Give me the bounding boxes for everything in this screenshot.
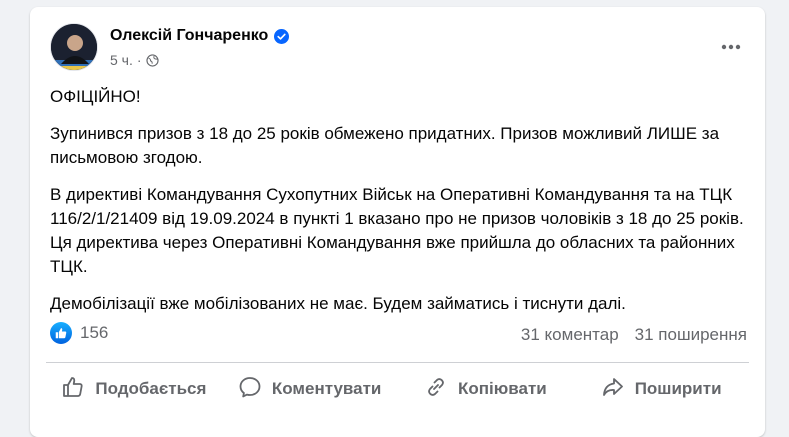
author-name[interactable]: Олексій Гончаренко xyxy=(110,27,268,45)
author-name-row: Олексій Гончаренко xyxy=(110,27,290,45)
globe-icon xyxy=(145,53,159,67)
like-button[interactable]: Подобається xyxy=(46,368,222,410)
post-paragraph: В директиві Командування Сухопутних Війс… xyxy=(50,185,744,276)
author-avatar[interactable] xyxy=(50,23,98,71)
more-options-icon[interactable] xyxy=(717,33,745,61)
comment-button-label: Коментувати xyxy=(271,379,382,398)
avatar-image xyxy=(51,24,97,70)
engagement-stats: 31 коментар 31 поширення xyxy=(521,325,747,345)
copy-button-label: Копіювати xyxy=(458,379,547,398)
reactions-summary[interactable]: 156 xyxy=(50,322,108,344)
like-button-label: Подобається xyxy=(95,379,207,398)
comment-button[interactable]: Коментувати xyxy=(222,368,398,410)
shares-count[interactable]: 31 поширення xyxy=(635,325,747,345)
post-meta: 5 ч. · xyxy=(110,52,159,68)
copy-icon xyxy=(424,375,448,404)
action-divider xyxy=(46,362,749,363)
comments-count[interactable]: 31 коментар xyxy=(521,325,619,345)
action-bar: Подобається Коментувати Копіювати Пошири… xyxy=(46,368,749,410)
post-paragraph: Демобілізації вже мобілізованих не має. … xyxy=(50,294,626,313)
share-button[interactable]: Поширити xyxy=(573,368,749,410)
copy-button[interactable]: Копіювати xyxy=(398,368,574,410)
comment-icon xyxy=(238,375,262,404)
post-paragraph: ОФІЦІЙНО! xyxy=(50,87,141,106)
like-reaction-icon xyxy=(50,322,72,344)
thumbs-up-icon xyxy=(61,375,85,404)
reactions-count: 156 xyxy=(80,323,109,342)
post-body: ОФІЦІЙНО! Зупинився призов з 18 до 25 ро… xyxy=(50,85,750,329)
share-button-label: Поширити xyxy=(634,379,722,398)
share-icon xyxy=(601,375,625,404)
post-header: Олексій Гончаренко 5 ч. · xyxy=(50,23,749,73)
verified-badge-icon xyxy=(274,28,290,44)
post-time[interactable]: 5 ч. xyxy=(110,52,133,68)
meta-separator: · xyxy=(136,52,142,68)
post-paragraph: Зупинився призов з 18 до 25 років обмеже… xyxy=(50,124,720,167)
post-card: Олексій Гончаренко 5 ч. · ОФІЦІЙНО! Зупи… xyxy=(30,7,765,437)
